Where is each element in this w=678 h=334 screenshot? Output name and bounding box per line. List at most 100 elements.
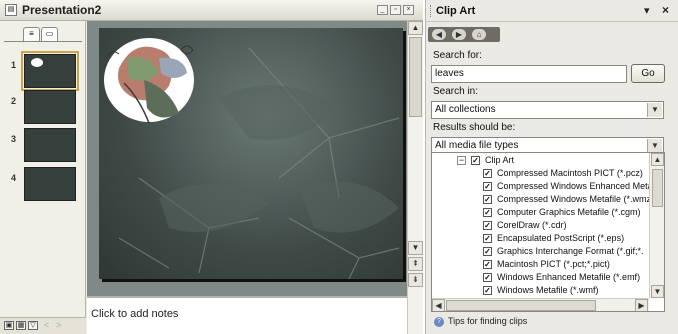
tips-label: Tips for finding clips (448, 316, 528, 326)
pane-navigation-bar: ◀ ▶ ⌂ (428, 27, 500, 42)
chevron-down-icon[interactable]: ▼ (647, 103, 662, 117)
back-icon[interactable]: ◀ (432, 29, 446, 40)
help-icon: ? (434, 316, 444, 327)
scroll-down-icon[interactable]: ▼ (408, 241, 423, 255)
tab-divider (4, 41, 82, 42)
search-in-label: Search in: (433, 86, 479, 97)
checkbox-checked-icon[interactable]: ✓ (483, 286, 492, 295)
slide-number: 2 (11, 96, 17, 106)
slide-vertical-scrollbar[interactable]: ▲ ▼ ⇞ ⇟ (407, 21, 423, 296)
slide-number: 4 (11, 173, 17, 183)
search-input[interactable]: leaves (431, 65, 627, 83)
checkbox-checked-icon[interactable]: ✓ (483, 221, 492, 230)
scroll-up-icon[interactable]: ▲ (408, 21, 423, 35)
leaf-clip-icon (31, 58, 43, 67)
results-value: All media file types (435, 140, 519, 151)
scroll-thumb[interactable] (409, 37, 422, 117)
slide[interactable] (99, 28, 403, 280)
next-slide-icon[interactable]: ⇟ (408, 273, 423, 287)
list-item[interactable]: ✓ Windows Enhanced Metafile (*.emf) (436, 271, 648, 284)
pane-grip-icon[interactable] (430, 5, 433, 17)
collapse-icon[interactable]: − (457, 156, 466, 165)
scroll-left-icon[interactable]: ◀ (432, 299, 445, 311)
list-item[interactable]: ✓ Macintosh PICT (*.pct;*.pict) (436, 258, 648, 271)
checkbox-checked-icon[interactable]: ✓ (483, 260, 492, 269)
scroll-thumb[interactable] (652, 169, 663, 207)
slide-thumbnail-4[interactable] (24, 167, 76, 201)
list-item[interactable]: ✓ Compressed Windows Metafile (*.wmz (436, 193, 652, 206)
slide-sorter-icon[interactable]: ▦ (16, 321, 26, 330)
scroll-thumb[interactable] (446, 300, 596, 311)
list-item[interactable]: ✓ Windows Metafile (*.wmf) (436, 284, 648, 297)
slideshow-icon[interactable]: ▽ (28, 321, 38, 330)
slide-thumbnail-3[interactable] (24, 128, 76, 162)
forward-icon[interactable]: ▶ (452, 29, 466, 40)
notes-placeholder: Click to add notes (91, 308, 179, 320)
presentation-title: Presentation2 (22, 3, 102, 17)
search-in-dropdown[interactable]: All collections ▼ (431, 101, 664, 119)
close-icon[interactable]: × (403, 5, 414, 15)
checkbox-checked-icon[interactable]: ✓ (483, 208, 492, 217)
list-item[interactable]: ✓ Computer Graphics Metafile (*.cgm) (436, 206, 648, 219)
search-in-value: All collections (435, 104, 496, 115)
slide-number: 1 (11, 60, 17, 70)
tips-link[interactable]: ? Tips for finding clips (434, 316, 527, 327)
clip-art-title-bar: Clip Art ▾ × (426, 0, 678, 22)
list-item-label: Macintosh PICT (*.pct;*.pict) (497, 259, 610, 269)
previous-slide-icon[interactable]: ⇞ (408, 257, 423, 271)
list-item-label: Compressed Windows Enhanced Meta (497, 181, 653, 191)
presentation-window: ▤ Presentation2 _ ▫ × ≡ ▭ 1 2 3 4 ▣ ▦ ▽ … (0, 0, 423, 334)
results-label: Results should be: (433, 122, 516, 133)
list-item[interactable]: ✓ Graphics Interchange Format (*.gif;*. (436, 245, 648, 258)
list-item-label: CorelDraw (*.cdr) (497, 220, 567, 230)
document-icon: ▤ (5, 4, 17, 16)
checkbox-checked-icon[interactable]: ✓ (483, 182, 492, 191)
checkbox-checked-icon[interactable]: ✓ (483, 273, 492, 282)
list-item-label: Graphics Interchange Format (*.gif;*. (497, 246, 644, 256)
checkbox-checked-icon[interactable]: ✓ (483, 234, 492, 243)
scroll-left-icon[interactable]: < (44, 320, 49, 330)
scroll-right-icon[interactable]: > (56, 320, 61, 330)
tree-root[interactable]: − ✓ Clip Art (436, 154, 646, 167)
go-button[interactable]: Go (631, 64, 665, 83)
list-item-label: Computer Graphics Metafile (*.cgm) (497, 207, 641, 217)
restore-icon[interactable]: ▫ (390, 5, 401, 15)
clipart-leaves-image[interactable] (104, 38, 194, 124)
list-item[interactable]: ✓ Encapsulated PostScript (*.eps) (436, 232, 648, 245)
scroll-right-icon[interactable]: ▶ (635, 299, 648, 311)
view-buttons-bar: ▣ ▦ ▽ < > (0, 317, 86, 334)
clip-art-task-pane: Clip Art ▾ × ◀ ▶ ⌂ Search for: leaves Go… (425, 0, 678, 334)
pane-close-icon[interactable]: × (662, 3, 669, 17)
minimize-icon[interactable]: _ (377, 5, 388, 15)
clip-art-title: Clip Art (436, 5, 476, 17)
checkbox-checked-icon[interactable]: ✓ (471, 156, 480, 165)
tree-horizontal-scrollbar[interactable]: ◀ ▶ (432, 298, 649, 311)
pane-menu-icon[interactable]: ▾ (644, 4, 650, 17)
chevron-down-icon[interactable]: ▼ (647, 139, 662, 153)
slides-tab-icon[interactable]: ▭ (41, 27, 58, 41)
tree-vertical-scrollbar[interactable]: ▲ ▼ (649, 153, 664, 298)
slide-thumbnail-2[interactable] (24, 90, 76, 124)
notes-pane[interactable]: Click to add notes (87, 296, 407, 334)
list-item-label: Compressed Windows Metafile (*.wmz (497, 194, 652, 204)
checkbox-checked-icon[interactable]: ✓ (483, 195, 492, 204)
slide-thumbnail-1[interactable] (21, 51, 79, 91)
normal-view-icon[interactable]: ▣ (4, 321, 14, 330)
list-item-label: Encapsulated PostScript (*.eps) (497, 233, 625, 243)
slide-background-art (104, 38, 400, 280)
checkbox-checked-icon[interactable]: ✓ (483, 169, 492, 178)
notes-scrollbar[interactable] (407, 296, 423, 334)
list-item[interactable]: ✓ CorelDraw (*.cdr) (436, 219, 648, 232)
list-item-label: Windows Enhanced Metafile (*.emf) (497, 272, 641, 282)
outline-tab-icon[interactable]: ≡ (23, 27, 40, 41)
slide-number: 3 (11, 134, 17, 144)
presentation-title-bar: ▤ Presentation2 _ ▫ × (0, 0, 423, 21)
search-for-label: Search for: (433, 50, 482, 61)
scroll-up-icon[interactable]: ▲ (651, 153, 664, 166)
media-type-tree[interactable]: − ✓ Clip Art ✓ Compressed Macintosh PICT … (431, 152, 665, 312)
list-item[interactable]: ✓ Compressed Macintosh PICT (*.pcz) (436, 167, 648, 180)
checkbox-checked-icon[interactable]: ✓ (483, 247, 492, 256)
home-icon[interactable]: ⌂ (472, 29, 486, 40)
scroll-down-icon[interactable]: ▼ (651, 285, 664, 298)
list-item[interactable]: ✓ Compressed Windows Enhanced Meta (436, 180, 653, 193)
